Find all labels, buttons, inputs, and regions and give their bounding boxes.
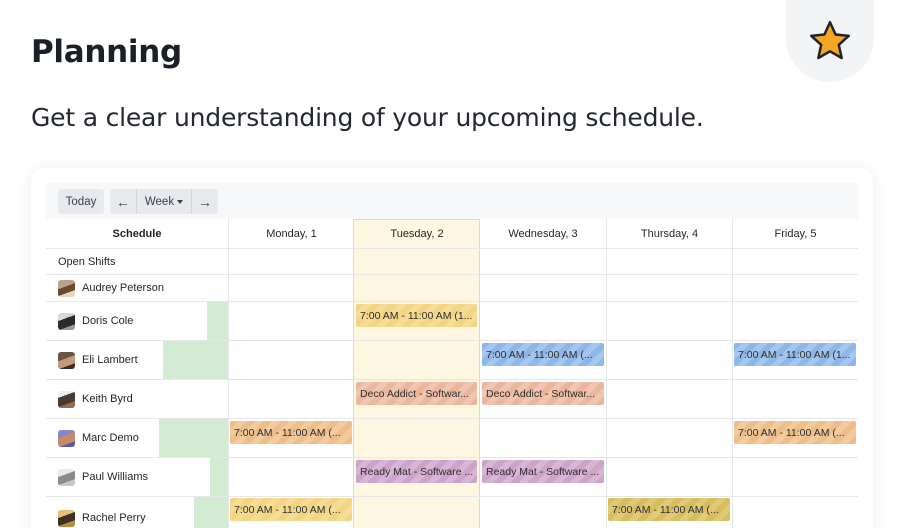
workload-bar xyxy=(207,302,228,340)
day-slot[interactable] xyxy=(228,380,354,418)
day-slot[interactable] xyxy=(606,302,732,340)
day-slot[interactable] xyxy=(228,302,354,340)
resource-name: Doris Cole xyxy=(82,315,134,327)
day-slot[interactable] xyxy=(732,249,858,274)
day-slot[interactable] xyxy=(228,458,354,496)
resource-name: Open Shifts xyxy=(58,255,116,268)
day-header-monday[interactable]: Monday, 1 xyxy=(228,219,354,248)
previous-arrow-icon[interactable]: ← xyxy=(110,189,137,214)
shift-pill[interactable]: Ready Mat - Software ... xyxy=(356,460,477,483)
view-scale-dropdown[interactable]: Week xyxy=(137,189,191,214)
resource-name: Keith Byrd xyxy=(82,393,133,405)
avatar xyxy=(58,429,75,447)
day-slot[interactable] xyxy=(732,275,858,301)
day-slot[interactable] xyxy=(606,249,732,274)
day-slot[interactable] xyxy=(732,497,858,528)
resource-name-cell: Paul Williams xyxy=(46,458,228,496)
avatar xyxy=(58,468,75,486)
day-slot[interactable] xyxy=(228,249,354,274)
shift-pill[interactable]: Deco Addict - Softwar... xyxy=(356,382,477,405)
day-slot[interactable] xyxy=(606,458,732,496)
day-slot[interactable] xyxy=(732,380,858,418)
page-title: Planning xyxy=(31,34,182,70)
shift-pill[interactable]: 7:00 AM - 11:00 AM (... xyxy=(230,421,352,444)
star-icon xyxy=(809,20,851,60)
resource-name-cell: Keith Byrd xyxy=(46,380,228,418)
caret-down-icon xyxy=(177,199,184,204)
shift-pill[interactable]: 7:00 AM - 11:00 AM (1... xyxy=(734,343,856,366)
shift-pill[interactable]: 7:00 AM - 11:00 AM (... xyxy=(608,498,730,521)
avatar xyxy=(58,279,75,297)
resource-name-cell: Marc Demo xyxy=(46,419,228,457)
shift-pill[interactable]: 7:00 AM - 11:00 AM (... xyxy=(230,498,352,521)
page-subtitle: Get a clear understanding of your upcomi… xyxy=(31,103,704,132)
day-slot[interactable] xyxy=(228,341,354,379)
day-header-thursday[interactable]: Thursday, 4 xyxy=(606,219,732,248)
navigation-group: ← Week → xyxy=(110,189,218,214)
day-header-friday[interactable]: Friday, 5 xyxy=(732,219,858,248)
resource-name: Rachel Perry xyxy=(82,512,146,524)
day-slot[interactable] xyxy=(606,275,732,301)
workload-bar xyxy=(159,419,228,457)
resource-name: Audrey Peterson xyxy=(82,282,164,294)
resource-name-cell: Eli Lambert xyxy=(46,341,228,379)
day-slot[interactable] xyxy=(606,419,732,457)
resource-name-cell: Doris Cole xyxy=(46,302,228,340)
shift-pill[interactable]: Deco Addict - Softwar... xyxy=(482,382,604,405)
avatar xyxy=(58,390,75,408)
resource-name-cell: Audrey Peterson xyxy=(46,275,228,301)
resource-name-cell: Open Shifts xyxy=(46,249,228,274)
resource-name: Paul Williams xyxy=(82,471,149,483)
header-row: Schedule Monday, 1 Tuesday, 2 Wednesday,… xyxy=(46,219,858,249)
day-slot[interactable] xyxy=(732,458,858,496)
shift-pill[interactable]: Ready Mat - Software ... xyxy=(482,460,604,483)
shift-pill[interactable]: 7:00 AM - 11:00 AM (1... xyxy=(356,304,477,327)
day-slot[interactable] xyxy=(732,302,858,340)
resource-row: Audrey Peterson xyxy=(46,275,858,302)
today-button[interactable]: Today xyxy=(58,189,104,214)
view-scale-label: Week xyxy=(144,195,175,208)
day-slot[interactable] xyxy=(606,341,732,379)
resource-name: Marc Demo xyxy=(82,432,139,444)
workload-bar xyxy=(163,341,228,379)
resource-row: Open Shifts xyxy=(46,249,858,275)
shift-pill[interactable]: 7:00 AM - 11:00 AM (... xyxy=(734,421,856,444)
day-slot[interactable] xyxy=(228,275,354,301)
resource-name-cell: Rachel Perry xyxy=(46,497,228,528)
schedule-header: Schedule xyxy=(112,228,162,240)
avatar xyxy=(58,312,75,330)
day-header-wednesday[interactable]: Wednesday, 3 xyxy=(480,219,606,248)
avatar xyxy=(58,509,75,527)
next-arrow-icon[interactable]: → xyxy=(191,189,218,214)
workload-bar xyxy=(210,458,228,496)
resource-row: Rachel Perry xyxy=(46,497,858,528)
day-header-tuesday[interactable]: Tuesday, 2 xyxy=(354,219,480,248)
resource-name: Eli Lambert xyxy=(82,354,138,366)
avatar xyxy=(58,351,75,369)
shift-pill[interactable]: 7:00 AM - 11:00 AM (... xyxy=(482,343,604,366)
day-slot[interactable] xyxy=(606,380,732,418)
workload-bar xyxy=(194,497,228,528)
feature-badge xyxy=(786,0,874,82)
